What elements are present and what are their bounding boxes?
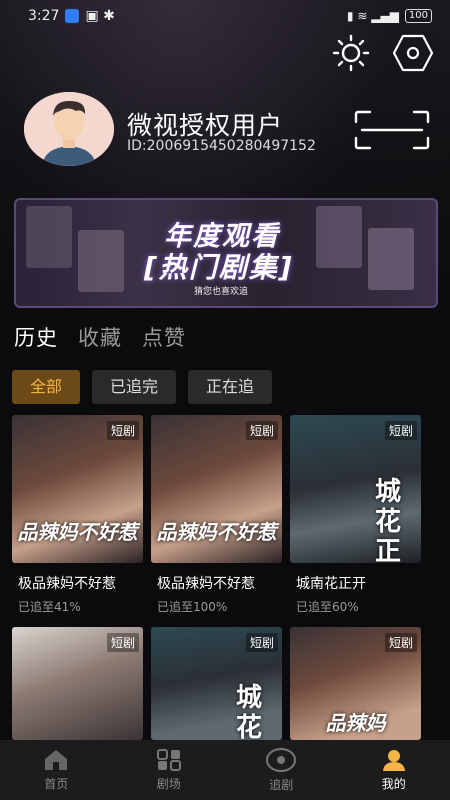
drama-thumbnail: 短剧 城花正开 (290, 415, 421, 563)
profile-section: 微视授权用户 ID:2006915450280497152 (24, 92, 434, 172)
banner-poster (316, 206, 362, 268)
nav-home[interactable]: 首页 (11, 748, 101, 792)
battery-icon: 100 (404, 9, 432, 23)
watch-progress: 已追至60% (296, 600, 359, 614)
tab-favorites[interactable]: 收藏 (78, 322, 122, 352)
short-drama-badge: 短剧 (384, 421, 417, 440)
drama-title: 城南花正开 (296, 576, 366, 592)
filter-watching[interactable]: 正在追 (188, 370, 273, 404)
nav-label: 我的 (381, 777, 406, 791)
user-id: ID:2006915450280497152 (127, 138, 316, 154)
nav-label: 首页 (44, 777, 69, 791)
drama-thumbnail: 短剧 品辣妈不好惹 (12, 415, 143, 563)
short-drama-badge: 短剧 (245, 421, 278, 440)
app-notification-icon (65, 9, 80, 23)
drama-card[interactable]: 短剧 (12, 627, 143, 740)
bottom-nav: 首页 剧场 追剧 我的 (0, 740, 450, 800)
scan-icon[interactable] (354, 110, 430, 154)
short-drama-badge: 短剧 (384, 633, 417, 652)
drama-card[interactable]: 短剧 品辣妈 (290, 627, 421, 740)
drama-title: 极品辣妈不好惹 (157, 576, 255, 592)
poster-title: 品辣妈 (325, 711, 386, 735)
drama-thumbnail: 短剧 品辣妈 (290, 627, 421, 740)
notification-icons: ▣ ✱ (85, 8, 115, 24)
status-time: 3:27 (28, 8, 60, 24)
watch-progress: 已追至100% (157, 600, 228, 614)
banner-title-highlight: [热门剧集] (144, 251, 294, 284)
drama-card[interactable]: 短剧 品辣妈不好惹 极品辣妈不好惹 已追至100% (151, 415, 282, 615)
nav-label: 追剧 (269, 778, 294, 792)
poster-title: 品辣妈不好惹 (156, 520, 277, 544)
banner-poster (368, 228, 414, 290)
follow-icon (266, 748, 297, 772)
nav-theater[interactable]: 剧场 (124, 748, 214, 792)
short-drama-badge: 短剧 (106, 421, 139, 440)
theme-sun-icon[interactable] (332, 34, 370, 72)
filter-chips: 全部 已追完 正在追 (12, 370, 273, 404)
drama-thumbnail: 短剧 (12, 627, 143, 740)
tab-likes[interactable]: 点赞 (142, 322, 186, 352)
nav-label: 剧场 (156, 777, 181, 791)
filter-all[interactable]: 全部 (12, 370, 81, 404)
drama-thumbnail: 短剧 城花 (151, 627, 282, 740)
filter-finished[interactable]: 已追完 (92, 370, 177, 404)
status-bar: 3:27 ▣ ✱ ▮ ≋ ▂▄▆ 100 (0, 0, 450, 32)
watch-progress: 已追至41% (18, 600, 81, 614)
short-drama-badge: 短剧 (245, 633, 278, 652)
settings-icon[interactable] (392, 34, 434, 72)
drama-title: 极品辣妈不好惹 (18, 576, 116, 592)
signal-icons: ▮ ≋ ▂▄▆ (346, 9, 399, 23)
poster-title: 城花 (236, 683, 263, 740)
nav-profile[interactable]: 我的 (349, 748, 439, 792)
tab-history[interactable]: 历史 (14, 322, 58, 352)
user-name: 微视授权用户 (127, 111, 284, 140)
drama-card[interactable]: 短剧 城花正开 城南花正开 已追至60% (290, 415, 421, 615)
avatar[interactable] (24, 92, 114, 166)
short-drama-badge: 短剧 (106, 633, 139, 652)
banner-poster (26, 206, 72, 268)
poster-title: 品辣妈不好惹 (17, 520, 138, 544)
drama-card[interactable]: 短剧 城花 (151, 627, 282, 740)
home-icon (45, 750, 68, 770)
yearly-watch-banner[interactable]: 年度观看 [热门剧集] 猜您也喜欢追 (14, 198, 438, 308)
banner-subtitle: 猜您也喜欢追 (194, 287, 249, 297)
poster-title: 城花正开 (375, 477, 402, 563)
content-tabs: 历史 收藏 点赞 (14, 322, 186, 352)
profile-icon (382, 750, 405, 771)
theater-icon (156, 749, 181, 771)
nav-follow[interactable]: 追剧 (236, 747, 326, 793)
drama-card[interactable]: 短剧 品辣妈不好惹 极品辣妈不好惹 已追至41% (12, 415, 143, 615)
drama-thumbnail: 短剧 品辣妈不好惹 (151, 415, 282, 563)
banner-poster (78, 230, 124, 292)
